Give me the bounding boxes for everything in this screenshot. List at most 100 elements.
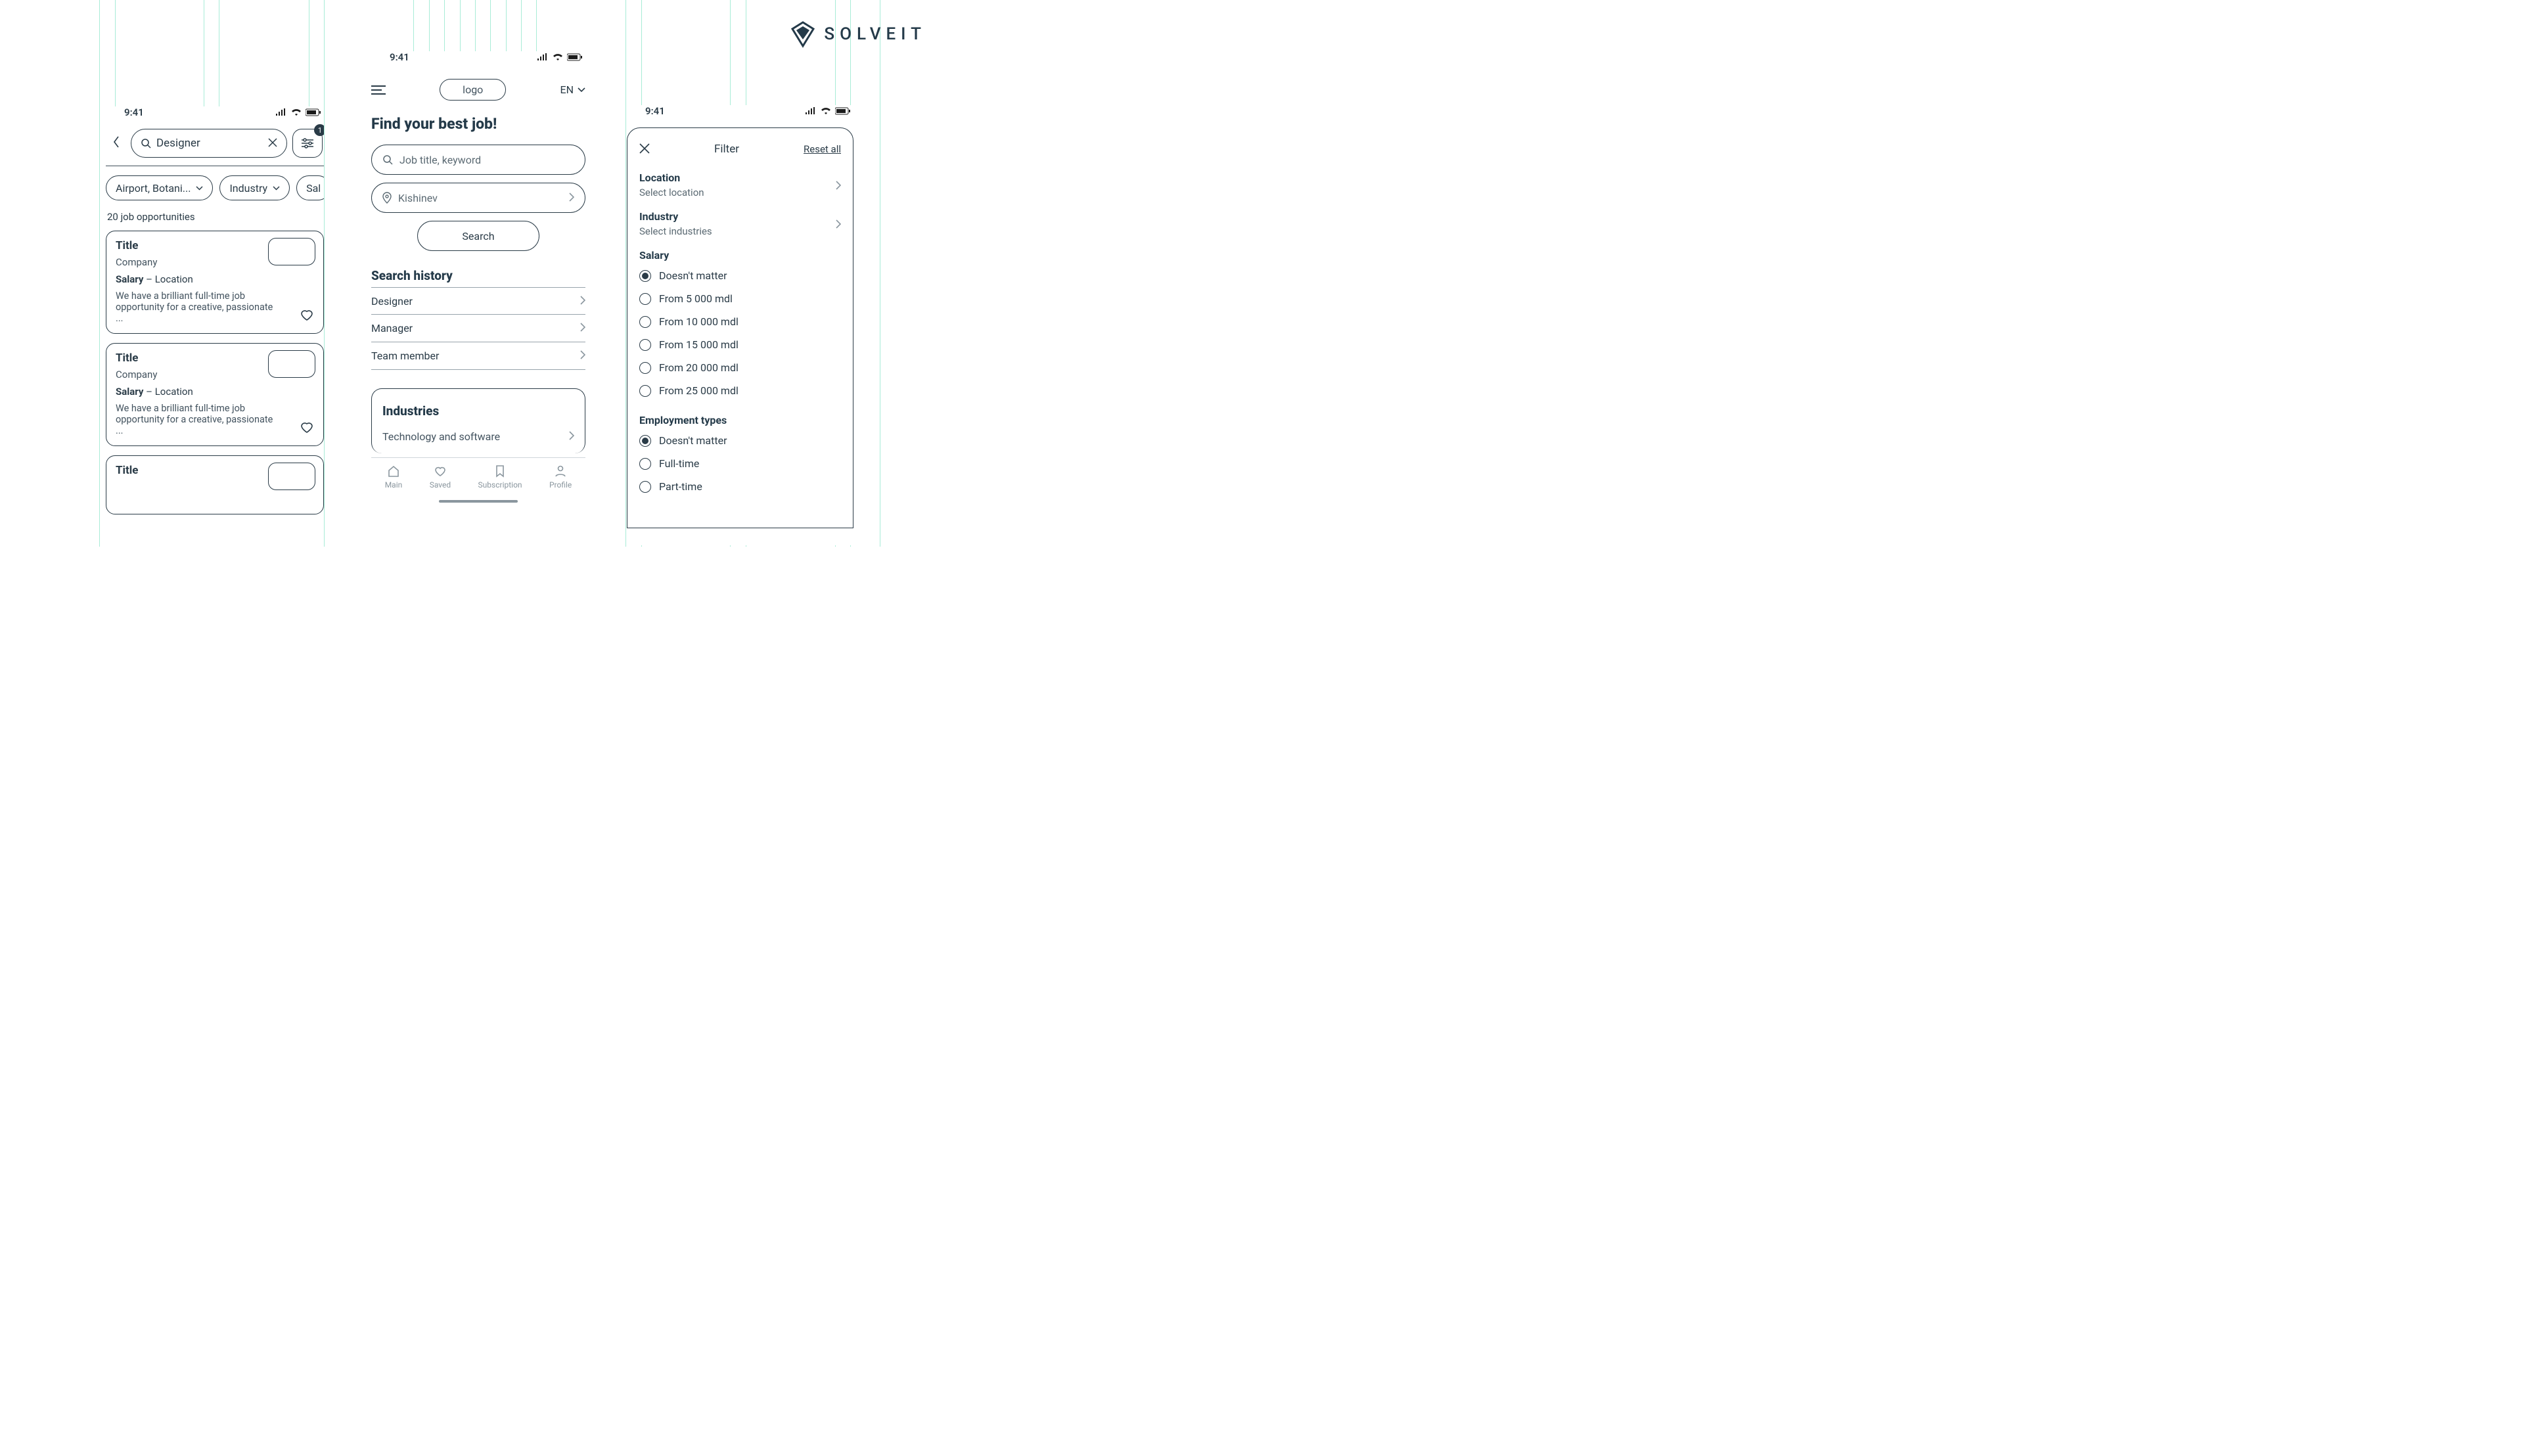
signal-icon <box>275 108 287 116</box>
chevron-right-icon <box>569 430 574 443</box>
close-icon <box>639 143 650 154</box>
user-icon <box>554 465 567 478</box>
filter-badge: 1 <box>314 124 324 136</box>
solveit-wordmark: SOLVEIT <box>824 24 926 44</box>
close-filter-button[interactable] <box>639 141 650 157</box>
save-job-button[interactable] <box>300 421 314 436</box>
industry-item[interactable]: Technology and software <box>382 425 574 453</box>
salary-option[interactable]: From 15 000 mdl <box>639 333 841 356</box>
wifi-icon <box>821 107 831 115</box>
results-count: 20 job opportunities <box>107 211 323 223</box>
filter-chip[interactable]: Airport, Botani... <box>106 175 213 200</box>
history-item[interactable]: Team member <box>371 342 585 370</box>
save-job-button[interactable] <box>300 308 314 324</box>
history-item[interactable]: Manager <box>371 315 585 342</box>
reset-all-button[interactable]: Reset all <box>804 143 841 155</box>
search-icon <box>141 138 151 148</box>
location-value: Kishinev <box>398 192 438 204</box>
status-time: 9:41 <box>124 106 144 118</box>
menu-button[interactable] <box>371 85 386 95</box>
home-indicator <box>439 500 518 503</box>
search-history-title: Search history <box>371 268 585 283</box>
industries-box: Industries Technology and software <box>371 388 585 453</box>
salary-option[interactable]: Doesn't matter <box>639 264 841 287</box>
search-button-label: Search <box>462 230 494 242</box>
history-item[interactable]: Designer <box>371 287 585 315</box>
filter-location-value: Select location <box>639 187 704 198</box>
job-card[interactable]: TitleCompanySalary – LocationWe have a b… <box>106 231 324 334</box>
radio-icon <box>639 481 651 493</box>
status-icons <box>805 107 851 115</box>
chip-label: Airport, Botani... <box>116 182 191 194</box>
keyword-field[interactable]: Job title, keyword <box>371 145 585 175</box>
employment-option-label: Part-time <box>659 480 702 493</box>
search-pill[interactable] <box>131 129 287 158</box>
heart-icon <box>300 421 314 434</box>
salary-option-label: From 25 000 mdl <box>659 384 739 397</box>
chevron-right-icon <box>580 349 585 363</box>
filter-chip[interactable]: Sal <box>296 175 324 200</box>
nav-saved[interactable]: Saved <box>430 465 451 489</box>
industry-item-label: Technology and software <box>382 430 500 443</box>
filter-chip[interactable]: Industry <box>219 175 290 200</box>
job-card[interactable]: Title <box>106 455 324 514</box>
filter-button[interactable]: 1 <box>292 129 323 158</box>
language-selector[interactable]: EN <box>560 83 585 96</box>
employment-option-label: Full-time <box>659 457 699 470</box>
chevron-right-icon <box>836 216 841 232</box>
salary-option[interactable]: From 25 000 mdl <box>639 379 841 402</box>
chevron-right-icon <box>580 321 585 335</box>
clear-search-button[interactable] <box>268 137 277 150</box>
filter-location-label: Location <box>639 171 704 184</box>
solveit-logo: SOLVEIT <box>788 20 926 49</box>
employment-option[interactable]: Part-time <box>639 475 841 498</box>
language-label: EN <box>560 83 574 96</box>
logo[interactable]: logo <box>440 79 506 101</box>
salary-option[interactable]: From 10 000 mdl <box>639 310 841 333</box>
employment-option[interactable]: Doesn't matter <box>639 429 841 452</box>
filter-location-row[interactable]: Location Select location <box>639 171 841 198</box>
radio-icon <box>639 435 651 447</box>
job-card-salary-line: Salary – Location <box>116 273 314 285</box>
salary-option[interactable]: From 20 000 mdl <box>639 356 841 379</box>
salary-option-label: From 10 000 mdl <box>659 315 739 328</box>
job-card-desc: We have a brilliant full-time job opport… <box>116 403 273 436</box>
screen-home: 9:41 logo EN Find your best job! Job tit… <box>371 51 585 547</box>
location-field[interactable]: Kishinev <box>371 183 585 213</box>
status-bar: 9:41 <box>627 105 853 127</box>
history-item-label: Team member <box>371 350 439 362</box>
nav-subscription[interactable]: Subscription <box>478 465 522 489</box>
status-time: 9:41 <box>390 51 409 63</box>
search-input[interactable] <box>156 137 255 150</box>
salary-option[interactable]: From 5 000 mdl <box>639 287 841 310</box>
job-card-desc: We have a brilliant full-time job opport… <box>116 290 273 324</box>
filter-industry-row[interactable]: Industry Select industries <box>639 210 841 237</box>
chevron-left-icon <box>113 136 120 148</box>
job-card[interactable]: TitleCompanySalary – LocationWe have a b… <box>106 343 324 446</box>
salary-option-label: From 20 000 mdl <box>659 361 739 374</box>
nav-saved-label: Saved <box>430 480 451 489</box>
wifi-icon <box>553 53 563 61</box>
filter-industry-label: Industry <box>639 210 712 223</box>
search-button[interactable]: Search <box>417 221 539 251</box>
signal-icon <box>537 53 549 61</box>
chevron-right-icon <box>580 294 585 308</box>
bottom-nav: Main Saved Subscription Profile <box>371 457 585 495</box>
salary-option-label: From 5 000 mdl <box>659 292 733 305</box>
signal-icon <box>805 107 817 115</box>
filter-sheet: Filter Reset all Location Select locatio… <box>627 127 853 528</box>
status-bar: 9:41 <box>371 51 585 74</box>
job-card-salary-line: Salary – Location <box>116 386 314 398</box>
employment-option[interactable]: Full-time <box>639 452 841 475</box>
nav-profile[interactable]: Profile <box>549 465 572 489</box>
job-card-thumb <box>268 463 315 490</box>
radio-icon <box>639 362 651 374</box>
nav-profile-label: Profile <box>549 480 572 489</box>
status-time: 9:41 <box>645 105 665 117</box>
heart-icon <box>434 465 447 478</box>
hero-title: Find your best job! <box>371 115 585 133</box>
filter-salary-label: Salary <box>639 249 841 262</box>
filter-title: Filter <box>714 143 739 156</box>
back-button[interactable] <box>107 135 125 151</box>
nav-main[interactable]: Main <box>385 465 403 489</box>
